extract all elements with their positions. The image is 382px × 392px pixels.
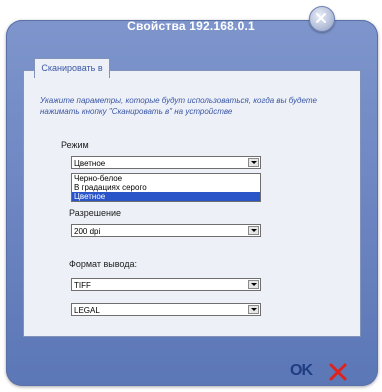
- mode-label: Режим: [61, 140, 89, 150]
- paper-size-select[interactable]: LEGAL: [71, 303, 261, 316]
- format-select[interactable]: TIFF: [71, 278, 261, 291]
- ok-button[interactable]: OK: [290, 362, 313, 380]
- mode-dropdown-list: Черно-белое В градациях серого Цветное: [71, 173, 261, 202]
- mode-option-color[interactable]: Цветное: [72, 192, 260, 201]
- mode-select-value: Цветное: [74, 159, 106, 168]
- resolution-select-value: 200 dpi: [74, 227, 101, 236]
- mode-option-grayscale[interactable]: В градациях серого: [72, 183, 260, 192]
- output-format-label: Формат вывода:: [69, 259, 137, 269]
- cancel-x-icon: [329, 363, 347, 381]
- cancel-button[interactable]: [329, 363, 347, 381]
- format-select-value: TIFF: [74, 281, 91, 290]
- mode-select[interactable]: Цветное: [71, 156, 261, 169]
- resolution-select[interactable]: 200 dpi: [71, 224, 261, 237]
- instructions-text: Укажите параметры, которые будут использ…: [40, 96, 317, 116]
- tab-scan-to[interactable]: Сканировать в: [34, 58, 110, 78]
- chevron-down-icon[interactable]: [248, 158, 259, 167]
- paper-size-select-value: LEGAL: [74, 306, 100, 315]
- mode-option-bw[interactable]: Черно-белое: [72, 174, 260, 183]
- chevron-down-icon[interactable]: [248, 226, 259, 235]
- close-button[interactable]: [309, 6, 335, 32]
- close-icon: [316, 13, 326, 23]
- chevron-down-icon[interactable]: [248, 305, 259, 314]
- resolution-label: Разрешение: [69, 208, 121, 218]
- chevron-down-icon[interactable]: [248, 280, 259, 289]
